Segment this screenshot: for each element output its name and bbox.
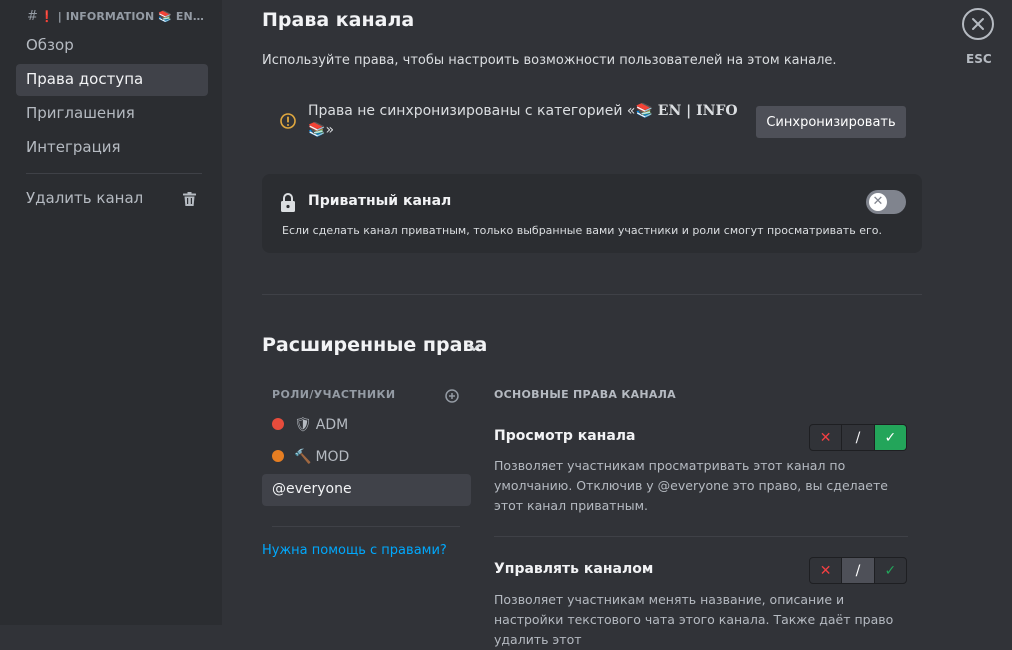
permissions-help-link[interactable]: Нужна помощь с правами? (262, 543, 447, 558)
close-button[interactable] (962, 8, 994, 40)
private-channel-description: Если сделать канал приватным, только выб… (282, 224, 882, 237)
sidebar-item-integrations[interactable]: Интеграция (16, 132, 208, 164)
sidebar-item-permissions[interactable]: Права доступа (16, 64, 208, 96)
close-icon (972, 18, 984, 30)
role-item-mod[interactable]: 🔨 MOD (262, 442, 471, 474)
shield-icon: 🛡 (294, 417, 312, 433)
role-name: ADM (315, 417, 349, 433)
page-title: Права канала (262, 9, 415, 31)
sidebar-item-overview[interactable]: Обзор (16, 30, 208, 62)
permission-name: Просмотр канала (494, 428, 636, 444)
sidebar-item-label: Удалить канал (26, 189, 144, 207)
sidebar-item-label: Права доступа (26, 70, 144, 88)
toggle-off-x-icon: ✕ (869, 193, 887, 211)
sidebar-item-label: Приглашения (26, 104, 135, 122)
role-color-dot (272, 450, 284, 462)
neutral-button[interactable]: / (842, 558, 875, 583)
sync-notice-prefix: Права не синхронизированы с категорией « (308, 103, 636, 119)
permission-toggle-manage-channel: ✕ / ✓ (809, 557, 907, 584)
add-role-icon[interactable] (444, 388, 460, 404)
role-color-dot (272, 418, 284, 430)
sidebar-item-invites[interactable]: Приглашения (16, 98, 208, 130)
page-description: Используйте права, чтобы настроить возмо… (262, 53, 837, 68)
permission-divider (494, 536, 908, 537)
warning-icon (280, 113, 296, 129)
sidebar-category-name: | INFORMATION 📚 EN… (57, 10, 204, 23)
trash-icon[interactable] (183, 192, 196, 206)
sync-notice: Права не синхронизированы с категорией «… (308, 102, 738, 140)
exclamation-icon: ❗ (40, 10, 54, 23)
sidebar-item-label: Интеграция (26, 138, 121, 156)
sync-notice-suffix: » (325, 122, 335, 138)
sidebar-divider (26, 173, 202, 174)
allow-button[interactable]: ✓ (874, 425, 906, 450)
private-channel-card: Приватный канал Если сделать канал прива… (262, 174, 922, 253)
role-name: MOD (315, 449, 350, 465)
allow-button[interactable]: ✓ (875, 558, 906, 583)
sidebar-item-label: Обзор (26, 36, 74, 54)
lock-icon (281, 193, 295, 212)
chevron-down-icon[interactable] (466, 339, 482, 355)
sync-button[interactable]: Синхронизировать (756, 106, 906, 138)
role-item-everyone[interactable]: @everyone (262, 474, 471, 506)
private-channel-toggle[interactable]: ✕ (866, 190, 906, 214)
sidebar-item-delete-channel[interactable]: Удалить канал (16, 183, 208, 215)
settings-sidebar: # ❗ | INFORMATION 📚 EN… Обзор Права досту… (0, 0, 222, 625)
neutral-button[interactable]: / (842, 425, 875, 450)
role-name: @everyone (272, 481, 352, 497)
hammer-icon: 🔨 (294, 449, 312, 465)
esc-label: ESC (966, 52, 992, 66)
sidebar-category-header: # ❗ | INFORMATION 📚 EN… (27, 9, 212, 25)
section-divider (262, 294, 922, 295)
advanced-permissions-title[interactable]: Расширенные права (262, 334, 487, 356)
permission-toggle-view-channel: ✕ / ✓ (809, 424, 907, 451)
permissions-header: ОСНОВНЫЕ ПРАВА КАНАЛА (494, 388, 676, 401)
deny-button[interactable]: ✕ (810, 558, 843, 583)
role-item-adm[interactable]: 🛡 ADM (262, 410, 471, 442)
roles-divider (272, 526, 460, 527)
roles-header: РОЛИ/УЧАСТНИКИ (272, 388, 396, 401)
permission-description: Позволяет участникам менять название, оп… (494, 592, 894, 647)
permission-description: Позволяет участникам просматривать этот … (494, 458, 888, 513)
deny-button[interactable]: ✕ (810, 425, 843, 450)
permission-name: Управлять каналом (494, 561, 654, 577)
private-channel-title: Приватный канал (308, 193, 452, 209)
hash-icon: # (27, 9, 38, 24)
